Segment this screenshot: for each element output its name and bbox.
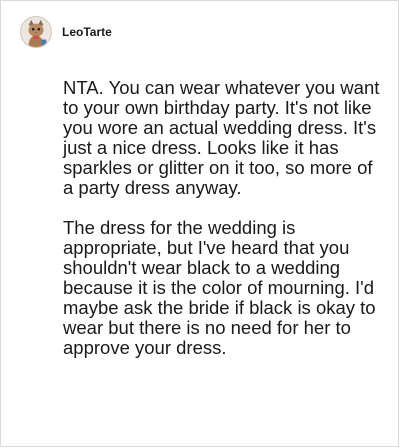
username[interactable]: LeoTarte <box>62 25 112 39</box>
comment-card: LeoTarte NTA. You can wear whatever you … <box>0 0 399 447</box>
cat-avatar-icon <box>21 17 51 47</box>
comment-paragraph: The dress for the wedding is appropriate… <box>63 217 376 358</box>
comment-body: NTA. You can wear whatever you want to y… <box>63 78 383 358</box>
comment-paragraph: NTA. You can wear whatever you want to y… <box>63 77 380 198</box>
user-avatar[interactable] <box>20 16 52 48</box>
